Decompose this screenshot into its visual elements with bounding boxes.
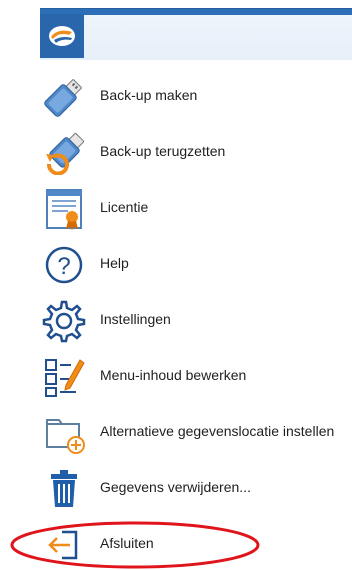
- menu-item-label: Gegevens verwijderen...: [100, 479, 251, 495]
- app-menu-button[interactable]: [40, 14, 84, 58]
- usb-drive-icon: [42, 75, 86, 119]
- gear-icon: [42, 299, 86, 343]
- menu-item-label: Instellingen: [100, 311, 171, 327]
- menu-item-instellingen[interactable]: Instellingen: [0, 293, 352, 349]
- menu-item-menu-inhoud-bewerken[interactable]: Menu-inhoud bewerken: [0, 349, 352, 405]
- app-logo-icon: [49, 26, 75, 46]
- svg-text:?: ?: [57, 253, 70, 280]
- menu-item-gegevens-verwijderen[interactable]: Gegevens verwijderen...: [0, 461, 352, 517]
- menu-item-label: Menu-inhoud bewerken: [100, 367, 247, 383]
- menu-item-alternatieve-gegevenslocatie[interactable]: Alternatieve gegevenslocatie instellen: [0, 405, 352, 461]
- exit-icon: [42, 523, 86, 567]
- backstage-menu: Back-up maken Back-up terugzetten Licent…: [0, 63, 352, 570]
- menu-item-label: Back-up maken: [100, 87, 198, 103]
- menu-item-label: Back-up terugzetten: [100, 143, 226, 159]
- menu-item-label: Licentie: [100, 199, 149, 215]
- menu-item-backup-maken[interactable]: Back-up maken: [0, 69, 352, 125]
- trash-icon: [42, 467, 86, 511]
- application-window: Back-up maken Back-up terugzetten Licent…: [0, 0, 352, 570]
- menu-item-help[interactable]: ? Help: [0, 237, 352, 293]
- edit-list-icon: [42, 355, 86, 399]
- ribbon-bar: [40, 8, 352, 60]
- menu-item-licentie[interactable]: Licentie: [0, 181, 352, 237]
- certificate-icon: [42, 187, 86, 231]
- menu-item-label: Alternatieve gegevenslocatie instellen: [100, 423, 335, 439]
- menu-item-backup-terugzetten[interactable]: Back-up terugzetten: [0, 125, 352, 181]
- menu-item-label: Afsluiten: [100, 535, 154, 551]
- folder-add-icon: [42, 411, 86, 455]
- menu-item-afsluiten[interactable]: Afsluiten: [0, 517, 352, 570]
- usb-restore-icon: [42, 131, 86, 175]
- help-icon: ?: [42, 243, 86, 287]
- menu-item-label: Help: [100, 255, 129, 271]
